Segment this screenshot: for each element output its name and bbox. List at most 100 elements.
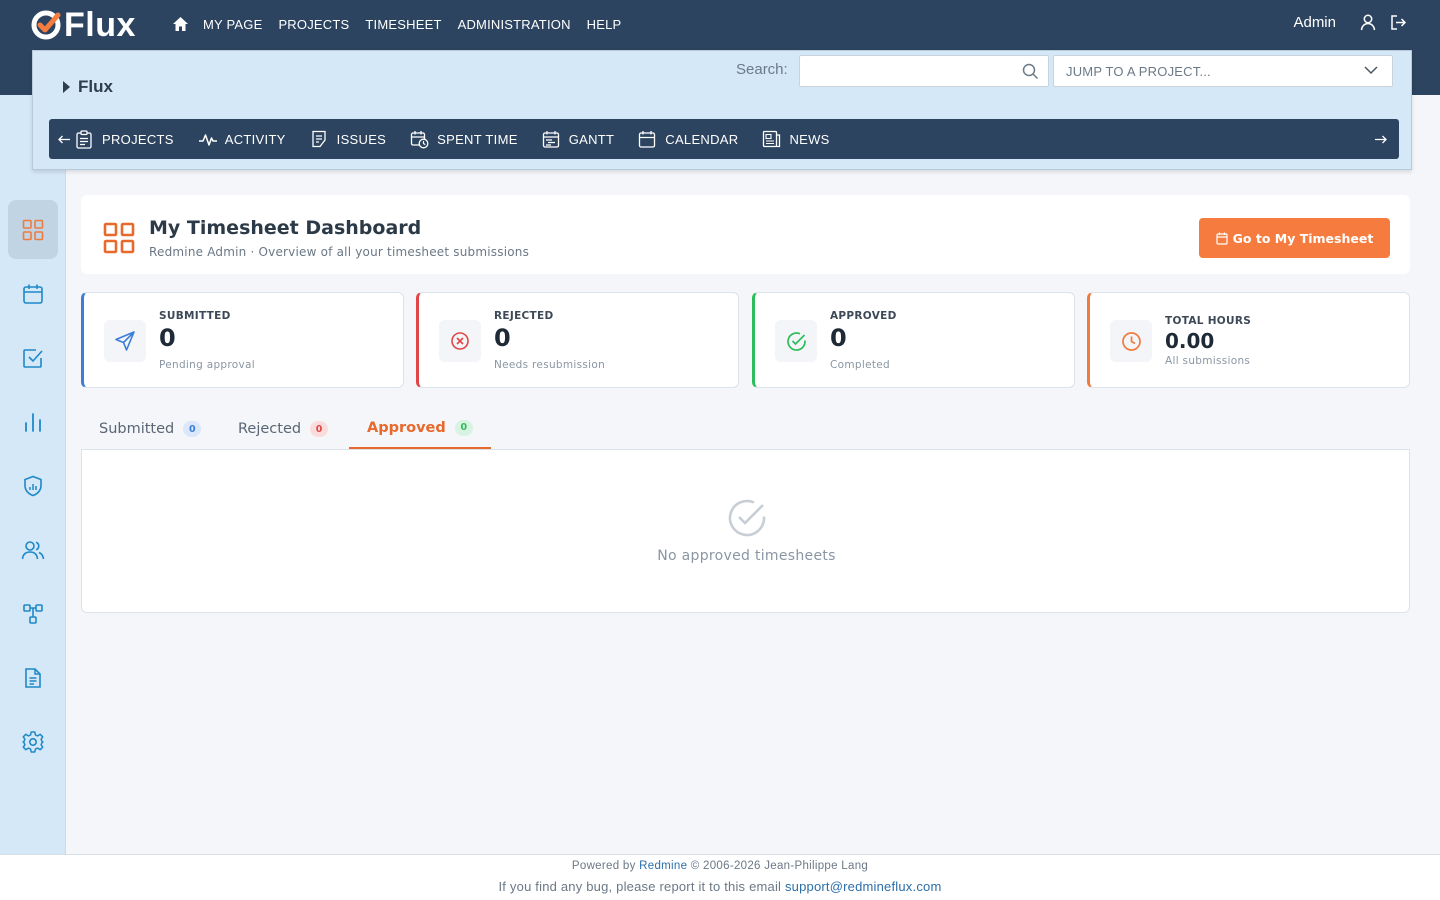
project-title-label: Flux [78, 77, 113, 96]
top-nav-help[interactable]: HELP [587, 17, 622, 32]
sidebar-item-reports[interactable] [8, 392, 58, 451]
stat-value: 0 [494, 324, 511, 352]
checkbox-icon [23, 348, 43, 368]
dashboard-header: My Timesheet Dashboard Redmine Admin · O… [81, 195, 1410, 274]
project-header: Flux Search: JUMP TO A PROJECT... PROJEC… [32, 50, 1412, 170]
search-box [799, 55, 1049, 87]
chevron-down-icon [1364, 66, 1378, 75]
logout-icon[interactable] [1390, 13, 1408, 31]
workflow-icon [23, 603, 43, 624]
dashboard-grid-icon [103, 222, 135, 254]
menu-scroll-left-icon[interactable] [53, 119, 75, 159]
stat-note: Pending approval [159, 359, 255, 371]
menu-news[interactable]: NEWS [762, 119, 829, 159]
tab-label: Submitted [99, 421, 175, 437]
menu-spent-time-label: SPENT TIME [437, 131, 518, 147]
go-to-timesheet-button[interactable]: Go to My Timesheet [1199, 218, 1390, 258]
project-title[interactable]: Flux [63, 77, 113, 97]
menu-news-label: NEWS [789, 131, 830, 147]
issues-icon [310, 129, 330, 149]
menu-scroll-right-icon[interactable] [1369, 119, 1391, 159]
menu-calendar-label: CALENDAR [665, 131, 739, 147]
project-menu: PROJECTS ACTIVITY ISSUES SPENT TIME GANT… [49, 119, 1399, 159]
sidebar-item-tasks[interactable] [8, 328, 58, 387]
stat-value: 0 [159, 324, 176, 352]
go-to-timesheet-label: Go to My Timesheet [1232, 230, 1374, 246]
sidebar [8, 200, 58, 776]
search-icon[interactable] [1022, 63, 1039, 80]
tab-label: Approved [367, 419, 446, 436]
tab-count-badge: 0 [310, 421, 329, 437]
user-area: Admin [1293, 13, 1408, 31]
user-icon[interactable] [1360, 13, 1378, 31]
stat-label: SUBMITTED [159, 310, 231, 322]
footer: Powered by Redmine © 2006-2026 Jean-Phil… [0, 854, 1440, 900]
sidebar-item-workflow[interactable] [8, 584, 58, 643]
search-label: Search: [736, 61, 788, 78]
document-icon [25, 667, 41, 688]
menu-activity[interactable]: ACTIVITY [198, 119, 286, 159]
calendar-icon [23, 284, 43, 304]
calendar-clock-icon [410, 129, 430, 149]
shield-icon [24, 475, 42, 496]
tab-approved[interactable]: Approved 0 [349, 408, 491, 450]
sidebar-item-dashboard[interactable] [8, 200, 58, 259]
menu-projects-label: PROJECTS [102, 131, 174, 147]
jump-placeholder: JUMP TO A PROJECT... [1066, 64, 1211, 79]
send-icon [104, 320, 146, 362]
sidebar-item-documents[interactable] [8, 648, 58, 707]
stat-card-total-hours: TOTAL HOURS 0.00 All submissions [1087, 292, 1410, 388]
x-circle-icon [439, 320, 481, 362]
tab-rejected[interactable]: Rejected 0 [220, 408, 346, 450]
sidebar-item-settings[interactable] [8, 712, 58, 771]
page-subtitle: Redmine Admin · Overview of all your tim… [149, 245, 530, 259]
calendar-icon [638, 129, 658, 149]
users-icon [21, 540, 45, 559]
news-icon [762, 129, 782, 149]
menu-spent-time[interactable]: SPENT TIME [410, 119, 518, 159]
stat-note: Completed [830, 359, 890, 371]
tab-label: Rejected [238, 421, 302, 437]
tab-count-badge: 0 [454, 419, 473, 436]
tab-content: No approved timesheets [81, 449, 1410, 613]
footer-bug-text: If you find any bug, please report it to… [498, 879, 782, 894]
gantt-icon [542, 129, 562, 149]
activity-icon [198, 129, 218, 149]
app-logo[interactable]: Flux [30, 6, 136, 44]
menu-issues-label: ISSUES [336, 131, 387, 147]
sidebar-item-security[interactable] [8, 456, 58, 515]
top-nav-projects[interactable]: PROJECTS [278, 17, 349, 32]
user-name[interactable]: Admin [1293, 14, 1336, 31]
top-nav-timesheet[interactable]: TIMESHEET [365, 17, 441, 32]
stat-label: APPROVED [830, 310, 897, 322]
support-email-link[interactable]: support@redmineflux.com [785, 879, 942, 894]
top-nav-my-page[interactable]: MY PAGE [203, 17, 262, 32]
stat-note: Needs resubmission [494, 359, 606, 371]
menu-projects[interactable]: PROJECTS [75, 119, 174, 159]
menu-issues[interactable]: ISSUES [310, 119, 386, 159]
sidebar-item-users[interactable] [8, 520, 58, 579]
menu-gantt[interactable]: GANTT [542, 119, 615, 159]
footer-powered-prefix: Powered by [571, 860, 636, 872]
home-icon[interactable] [172, 15, 190, 33]
footer-copyright: © 2006-2026 Jean-Philippe Lang [690, 860, 869, 872]
check-circle-icon [728, 499, 766, 537]
calendar-icon [1216, 232, 1228, 245]
footer-powered: Powered by Redmine © 2006-2026 Jean-Phil… [0, 860, 1440, 872]
check-circle-icon [775, 320, 817, 362]
tab-submitted[interactable]: Submitted 0 [81, 408, 219, 450]
stat-card-approved: APPROVED 0 Completed [752, 292, 1075, 388]
empty-state-text: No approved timesheets [657, 548, 836, 564]
stat-note: All submissions [1165, 355, 1251, 367]
top-nav-administration[interactable]: ADMINISTRATION [458, 17, 571, 32]
jump-to-project-select[interactable]: JUMP TO A PROJECT... [1053, 55, 1393, 87]
sidebar-item-calendar[interactable] [8, 264, 58, 323]
redmine-link[interactable]: Redmine [639, 860, 687, 872]
page-title: My Timesheet Dashboard [149, 217, 422, 239]
menu-calendar[interactable]: CALENDAR [638, 119, 738, 159]
bar-chart-icon [25, 412, 41, 432]
search-input[interactable] [800, 56, 1010, 86]
stat-value: 0 [830, 324, 847, 352]
clock-icon [1110, 320, 1152, 362]
stat-value: 0.00 [1165, 329, 1215, 353]
